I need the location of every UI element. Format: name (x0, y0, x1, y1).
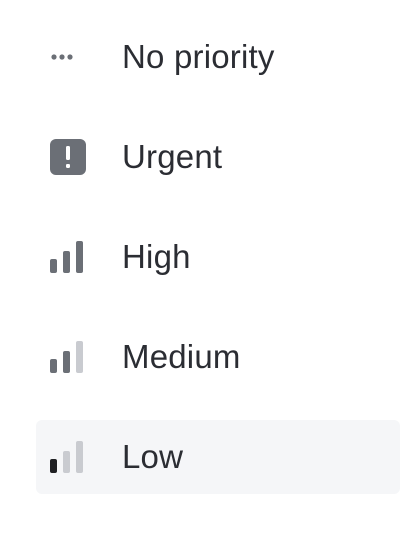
priority-menu: No priority Urgent High Medium Low (36, 20, 400, 494)
menu-item-label: High (122, 238, 191, 275)
bars-medium-icon (50, 339, 90, 375)
bars-high-icon (50, 239, 90, 275)
urgent-icon (50, 139, 90, 175)
menu-item-label: No priority (122, 38, 275, 75)
menu-item-medium[interactable]: Medium (36, 320, 400, 394)
menu-item-label: Medium (122, 338, 241, 375)
menu-item-high[interactable]: High (36, 220, 400, 294)
menu-item-no-priority[interactable]: No priority (36, 20, 400, 94)
menu-item-urgent[interactable]: Urgent (36, 120, 400, 194)
menu-item-label: Low (122, 438, 184, 475)
menu-item-low[interactable]: Low (36, 420, 400, 494)
bars-low-icon (50, 439, 90, 475)
menu-item-label: Urgent (122, 138, 223, 175)
dots-icon (50, 39, 90, 75)
